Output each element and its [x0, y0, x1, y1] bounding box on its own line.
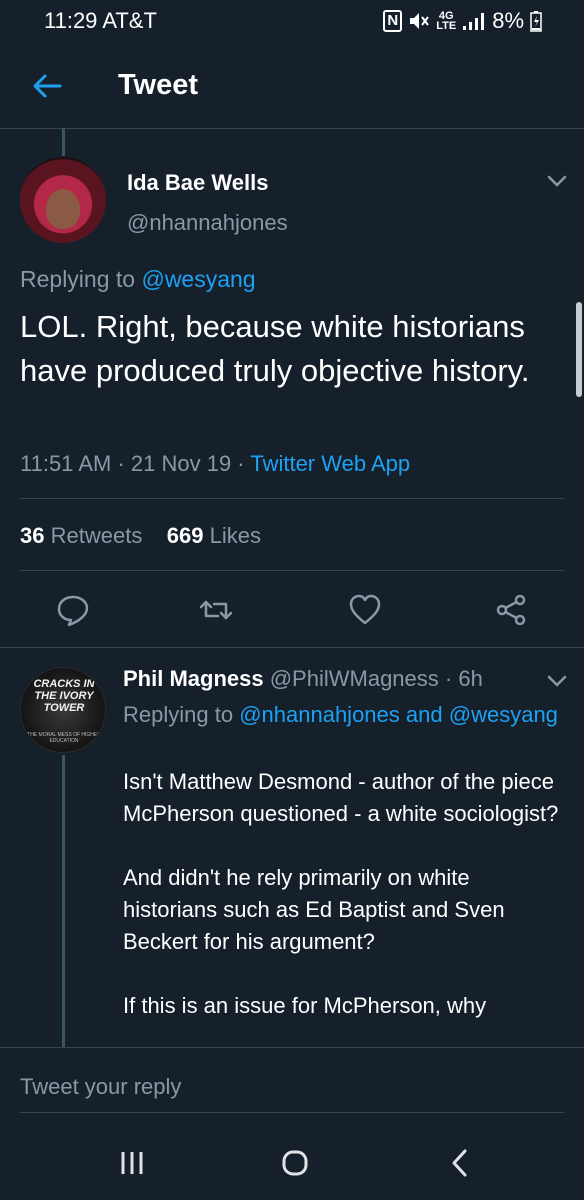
heart-icon[interactable]	[347, 592, 383, 628]
replying-to-link[interactable]: @nhannahjones	[239, 702, 400, 727]
reply-text: Isn't Matthew Desmond - author of the pi…	[123, 766, 563, 1054]
header-divider	[0, 128, 584, 129]
arrow-left-icon[interactable]	[30, 69, 64, 103]
retweet-label: Retweets	[50, 523, 143, 548]
tweet-stats: 36 Retweets 669 Likes	[20, 523, 261, 549]
retweet-icon[interactable]	[198, 592, 234, 628]
retweet-count: 36	[20, 523, 45, 548]
reply-composer: Tweet your reply	[0, 1047, 584, 1130]
reply-paragraph: And didn't he rely primarily on white hi…	[123, 865, 505, 954]
nfc-icon: N	[383, 10, 403, 32]
reply-input[interactable]: Tweet your reply	[20, 1074, 181, 1100]
share-icon[interactable]	[493, 592, 529, 628]
system-nav-bar	[0, 1130, 584, 1200]
network-sub-label: LTE	[436, 20, 457, 32]
chevron-down-icon[interactable]	[545, 172, 569, 190]
replying-to-link[interactable]: @wesyang	[141, 266, 255, 292]
replying-and: and	[405, 702, 443, 727]
status-icons: N 4G LTE 8%	[383, 8, 542, 34]
retweet-stat[interactable]: 36 Retweets	[20, 523, 142, 548]
network-type: 4G LTE	[436, 11, 457, 32]
like-count: 669	[166, 523, 204, 548]
replying-to-link[interactable]: @wesyang	[449, 702, 558, 727]
tweet-source-link[interactable]: Twitter Web App	[250, 451, 410, 476]
recent-apps-icon[interactable]	[112, 1146, 152, 1180]
avatar[interactable]: CRACKS IN THE IVORY TOWER THE MORAL MESS…	[20, 667, 106, 753]
tweet-time: 11:51 AM	[20, 451, 112, 476]
composer-underline	[20, 1112, 564, 1113]
like-stat[interactable]: 669 Likes	[167, 523, 261, 548]
author-handle[interactable]: @nhannahjones	[127, 210, 288, 236]
thread-line	[62, 128, 65, 156]
reply-paragraph: If this is an issue for McPherson, why	[123, 993, 487, 1018]
author-name[interactable]: Ida Bae Wells	[127, 170, 268, 196]
tweet-text: LOL. Right, because white historians hav…	[20, 309, 530, 388]
status-bar: 11:29 AT&T N 4G LTE 8%	[0, 0, 584, 40]
replying-to: Replying to @wesyang	[20, 266, 256, 293]
status-time-carrier: 11:29 AT&T	[44, 8, 157, 33]
signal-icon	[463, 13, 485, 30]
like-label: Likes	[209, 523, 261, 548]
divider	[20, 570, 564, 571]
battery-percent: 8%	[492, 8, 524, 33]
reply-paragraph: Isn't Matthew Desmond - author of the pi…	[123, 769, 559, 826]
reply-author-handle[interactable]: @PhilWMagness	[270, 666, 439, 691]
home-icon[interactable]	[275, 1146, 315, 1180]
avatar[interactable]	[20, 157, 106, 243]
back-nav-icon[interactable]	[440, 1146, 480, 1180]
reply-age: 6h	[458, 666, 483, 691]
comment-icon[interactable]	[55, 592, 91, 628]
thread-line	[62, 755, 65, 1050]
replying-prefix: Replying to	[123, 702, 234, 727]
page-title: Tweet	[118, 69, 199, 101]
tweet-date: 21 Nov 19	[130, 451, 232, 476]
divider	[20, 498, 564, 499]
reply-replying-to: Replying to @nhannahjones and @wesyang	[123, 700, 563, 730]
avatar-cover-title: CRACKS IN THE IVORY TOWER	[33, 678, 95, 714]
mute-icon	[410, 13, 430, 29]
chevron-down-icon[interactable]	[545, 672, 569, 690]
reply-author-name[interactable]: Phil Magness	[123, 666, 264, 691]
app-header: Tweet	[0, 55, 584, 125]
scrollbar[interactable]	[576, 302, 582, 397]
battery-charging-icon	[530, 11, 542, 32]
avatar-cover-subtitle: THE MORAL MESS OF HIGHER EDUCATION	[27, 732, 101, 744]
section-divider	[0, 647, 584, 648]
replying-prefix: Replying to	[20, 266, 136, 292]
tweet-meta: 11:51 AM · 21 Nov 19 · Twitter Web App	[20, 451, 411, 476]
reply-header: Phil Magness @PhilWMagness · 6h	[123, 666, 483, 691]
